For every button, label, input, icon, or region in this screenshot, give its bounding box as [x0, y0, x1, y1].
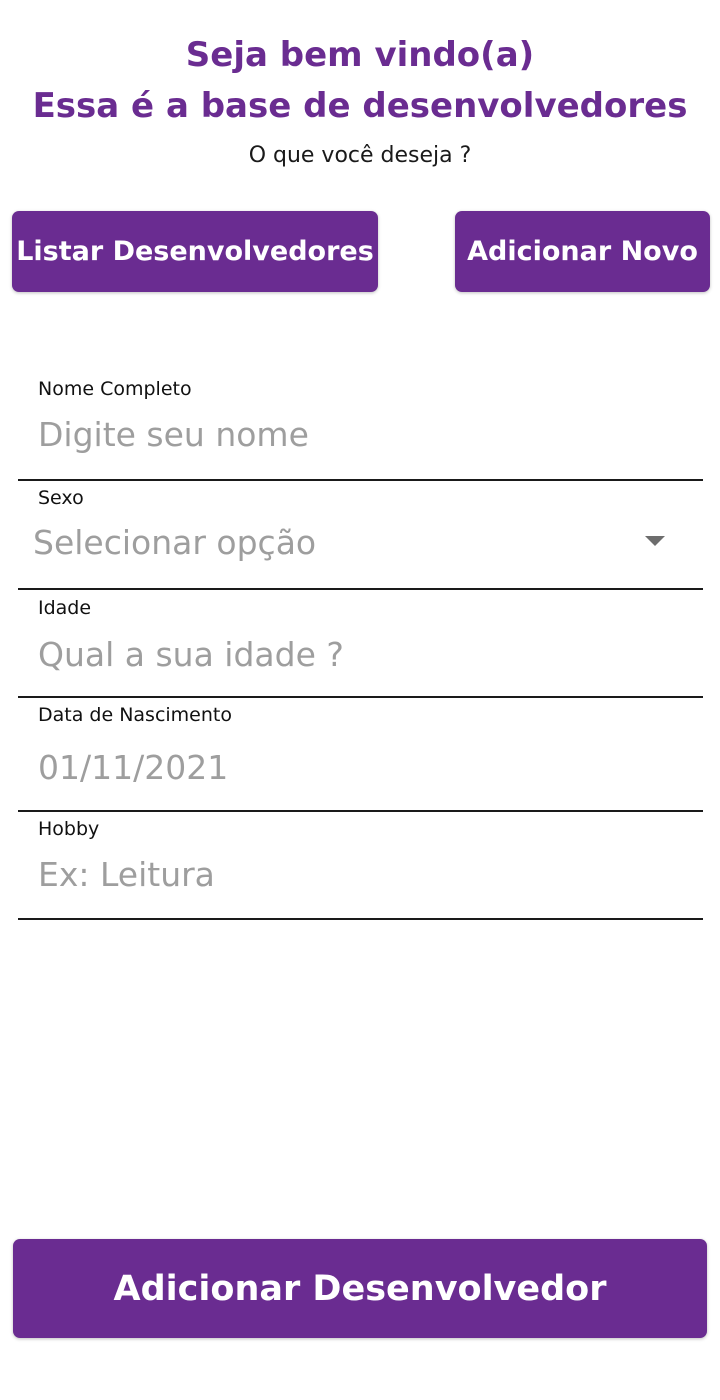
name-field[interactable]: Nome Completo: [18, 370, 703, 481]
add-new-button[interactable]: Adicionar Novo: [455, 211, 710, 292]
hobby-label: Hobby: [38, 818, 100, 840]
birthdate-input[interactable]: [38, 747, 658, 787]
birthdate-field[interactable]: Data de Nascimento: [18, 698, 703, 812]
question-subtitle: O que você deseja ?: [248, 143, 472, 168]
age-field[interactable]: Idade: [18, 590, 703, 698]
hobby-input[interactable]: [38, 854, 658, 894]
base-title: Essa é a base de desenvolvedores: [32, 86, 688, 126]
hobby-field[interactable]: Hobby: [18, 812, 703, 920]
sex-label: Sexo: [38, 487, 84, 509]
age-input[interactable]: [38, 634, 658, 674]
sex-select[interactable]: Selecionar opção: [33, 526, 316, 559]
list-developers-button[interactable]: Listar Desenvolvedores: [12, 211, 378, 292]
welcome-title: Seja bem vindo(a): [185, 35, 535, 75]
sex-field[interactable]: Sexo Selecionar opção: [18, 481, 703, 590]
name-label: Nome Completo: [38, 378, 192, 400]
add-developer-button[interactable]: Adicionar Desenvolvedor: [13, 1239, 707, 1338]
name-input[interactable]: [38, 414, 658, 454]
chevron-down-icon[interactable]: [645, 536, 665, 546]
birthdate-label: Data de Nascimento: [38, 704, 232, 726]
age-label: Idade: [38, 597, 92, 619]
